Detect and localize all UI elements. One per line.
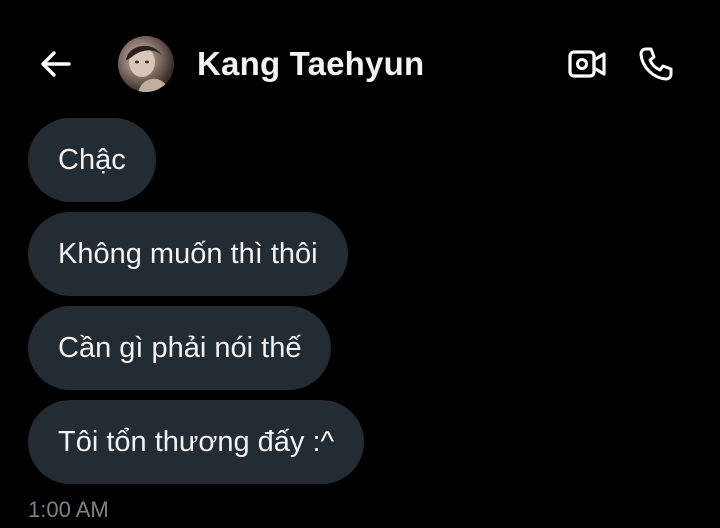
avatar-image: [126, 45, 170, 92]
contact-name[interactable]: Kang Taehyun: [197, 45, 424, 83]
message-row: Chậc: [28, 118, 688, 212]
message-row: Tôi tổn thương đấy :^: [28, 400, 688, 494]
message-list: Chậc Không muốn thì thôi Cần gì phải nói…: [28, 118, 688, 494]
voice-call-button[interactable]: [636, 44, 676, 84]
back-arrow-icon: [41, 51, 71, 77]
message-row: Không muốn thì thôi: [28, 212, 688, 306]
message-bubble[interactable]: Không muốn thì thôi: [28, 212, 348, 296]
video-camera-icon: [568, 50, 606, 78]
message-bubble[interactable]: Tôi tổn thương đấy :^: [28, 400, 365, 484]
chat-header: Kang Taehyun: [0, 0, 720, 120]
avatar[interactable]: [118, 36, 174, 92]
back-button[interactable]: [36, 44, 76, 84]
phone-icon: [639, 47, 673, 81]
message-row: Cần gì phải nói thế: [28, 306, 688, 400]
message-bubble[interactable]: Cần gì phải nói thế: [28, 306, 332, 390]
message-bubble[interactable]: Chậc: [28, 118, 156, 202]
message-timestamp: 1:00 AM: [28, 497, 109, 522]
video-call-button[interactable]: [566, 46, 608, 82]
